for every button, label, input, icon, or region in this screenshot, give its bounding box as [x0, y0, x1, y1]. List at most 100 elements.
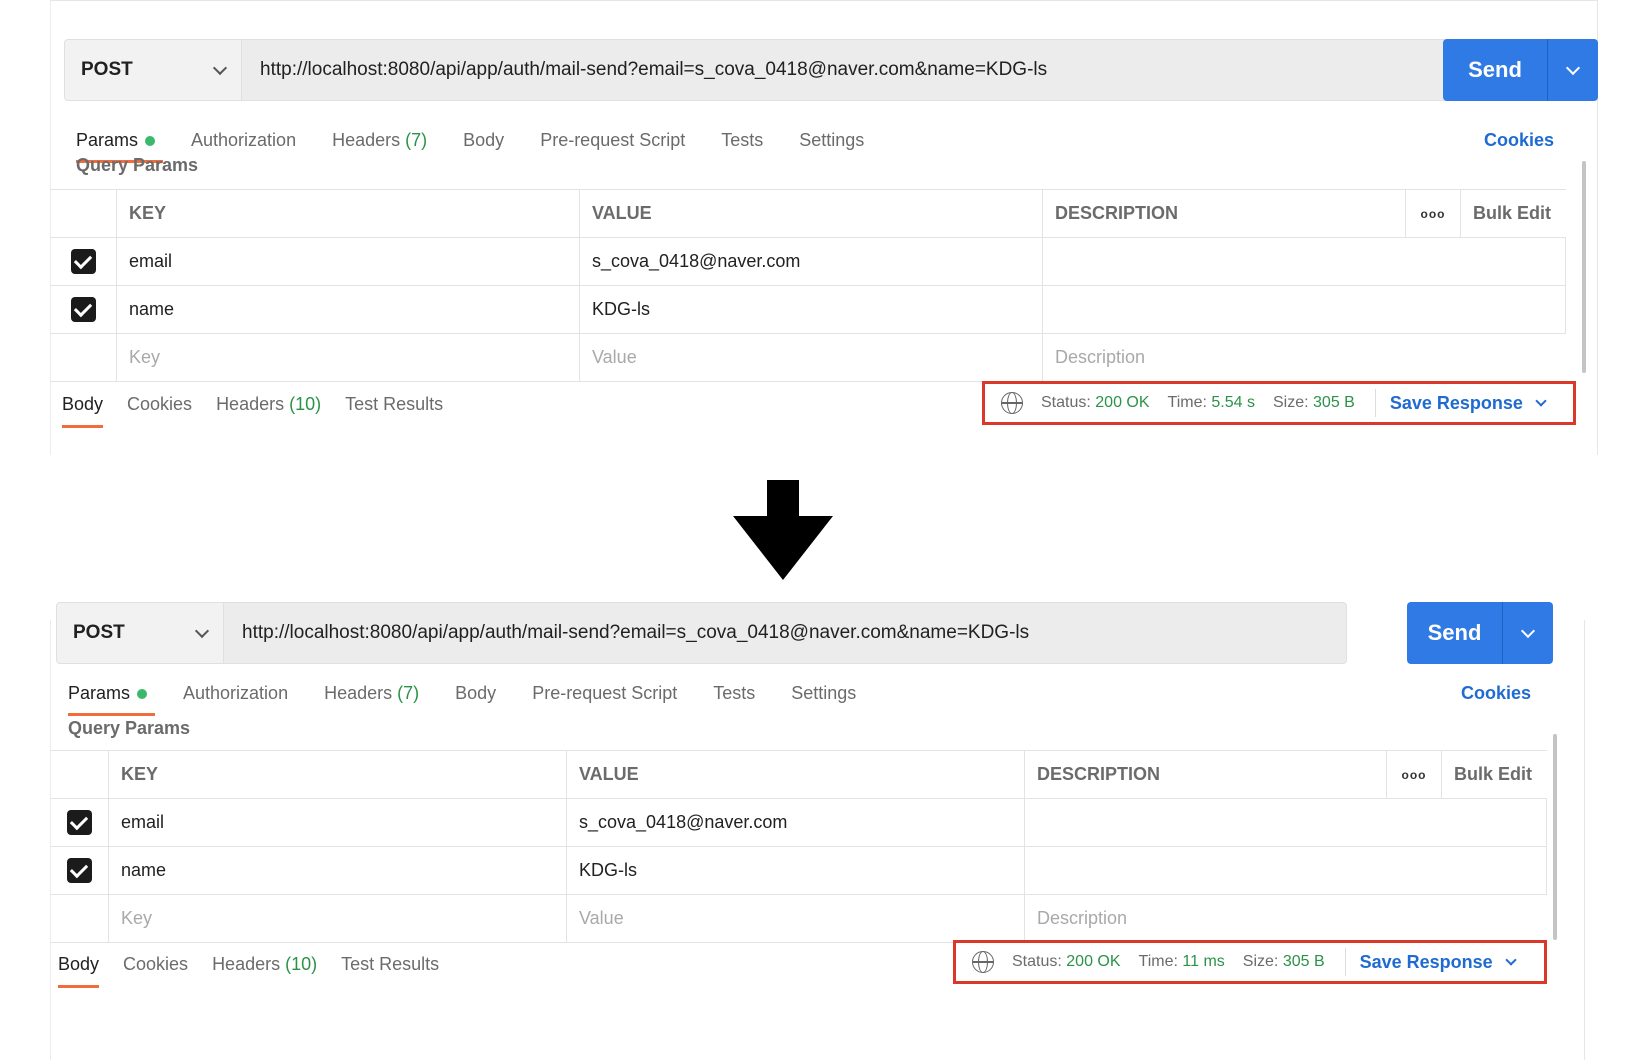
tab-settings[interactable]: Settings — [799, 130, 864, 151]
response-tab-cookies[interactable]: Cookies — [127, 394, 192, 415]
tab-params[interactable]: Params — [76, 129, 164, 163]
params-table: KEY VALUE DESCRIPTION ooo Bulk Edit emai… — [50, 750, 1547, 943]
param-value[interactable]: KDG-ls — [567, 847, 1025, 894]
param-value[interactable]: s_cova_0418@naver.com — [567, 799, 1025, 846]
params-table: KEY VALUE DESCRIPTION ooo Bulk Edit emai… — [50, 189, 1566, 382]
send-button[interactable]: Send — [1407, 602, 1503, 664]
param-key[interactable]: email — [117, 238, 580, 285]
time-label: Time: — [1138, 953, 1178, 970]
param-value[interactable]: s_cova_0418@naver.com — [580, 238, 1043, 285]
checkbox-checked[interactable] — [66, 810, 92, 835]
row-check-cell — [50, 238, 117, 285]
request-bar: POST http://localhost:8080/api/app/auth/… — [64, 39, 1520, 101]
row-check-cell — [50, 334, 117, 381]
globe-icon[interactable] — [972, 951, 994, 973]
chevron-down-icon — [1565, 60, 1581, 75]
bulk-edit-button[interactable]: Bulk Edit — [1442, 751, 1547, 798]
row-check-cell — [50, 799, 109, 846]
param-key[interactable]: name — [117, 286, 580, 333]
response-tab-headers[interactable]: Headers (10) — [216, 394, 321, 415]
scrollbar[interactable] — [1582, 161, 1586, 373]
tab-settings[interactable]: Settings — [791, 683, 856, 704]
tab-authorization[interactable]: Authorization — [183, 683, 288, 704]
status-info: Status: 200 OK — [1012, 953, 1121, 971]
query-params-title: Query Params — [76, 155, 199, 175]
response-tab-cookies[interactable]: Cookies — [123, 954, 188, 975]
response-tab-test-results[interactable]: Test Results — [341, 954, 439, 975]
time-info: Time: 11 ms — [1139, 953, 1225, 971]
header-description: DESCRIPTION — [1025, 751, 1387, 798]
globe-icon[interactable] — [1001, 392, 1023, 414]
request-bar: POST http://localhost:8080/api/app/auth/… — [56, 602, 1347, 664]
params-active-dot — [137, 688, 148, 699]
size-label: Size: — [1272, 394, 1309, 411]
tab-headers[interactable]: Headers (7) — [324, 683, 419, 704]
table-header-row: KEY VALUE DESCRIPTION ooo Bulk Edit — [50, 751, 1547, 799]
key-placeholder[interactable]: Key — [117, 334, 580, 381]
response-tab-body[interactable]: Body — [58, 954, 100, 988]
description-placeholder[interactable]: Description — [1043, 334, 1566, 381]
response-tab-headers[interactable]: Headers (10) — [212, 954, 317, 975]
query-params-title: Query Params — [68, 718, 191, 738]
bulk-edit-button[interactable]: Bulk Edit — [1461, 190, 1566, 237]
tab-headers[interactable]: Headers (7) — [332, 130, 427, 151]
method-select[interactable]: POST — [56, 602, 224, 664]
save-response-button[interactable]: Save Response — [1359, 951, 1517, 973]
tab-label: Params — [68, 682, 131, 703]
save-response-button[interactable]: Save Response — [1390, 393, 1547, 414]
response-tab-test-results[interactable]: Test Results — [345, 394, 443, 415]
param-description[interactable] — [1043, 238, 1566, 285]
tab-label: Params — [76, 129, 139, 150]
response-status-highlight: Status: 200 OK Time: 11 ms Size: 305 B S… — [953, 940, 1547, 984]
cookies-link[interactable]: Cookies — [1484, 130, 1554, 151]
chevron-down-icon — [212, 60, 228, 75]
request-panel-before: POST http://localhost:8080/api/app/auth/… — [50, 0, 1598, 455]
request-tabs: Params Authorization Headers (7) Body Pr… — [76, 123, 1578, 163]
send-options-button[interactable] — [1548, 39, 1598, 101]
status-value: 200 OK — [1095, 394, 1150, 411]
tab-authorization[interactable]: Authorization — [191, 130, 296, 151]
checkbox-checked[interactable] — [70, 249, 96, 274]
checkbox-checked[interactable] — [70, 297, 96, 322]
tab-tests[interactable]: Tests — [721, 130, 763, 151]
tab-body[interactable]: Body — [455, 683, 496, 704]
tab-pre-request-script[interactable]: Pre-request Script — [540, 130, 685, 151]
tab-tests[interactable]: Tests — [713, 683, 755, 704]
more-options-icon[interactable]: ooo — [1387, 751, 1442, 798]
headers-count: (7) — [397, 682, 420, 703]
param-key[interactable]: email — [109, 799, 567, 846]
time-label: Time: — [1167, 394, 1207, 411]
param-description[interactable] — [1025, 847, 1547, 894]
param-value[interactable]: KDG-ls — [580, 286, 1043, 333]
send-options-button[interactable] — [1503, 602, 1553, 664]
param-description[interactable] — [1025, 799, 1547, 846]
size-label: Size: — [1242, 953, 1279, 970]
value-placeholder[interactable]: Value — [567, 895, 1025, 942]
tab-label: Headers — [216, 394, 285, 414]
tab-params[interactable]: Params — [68, 682, 156, 716]
url-input[interactable]: http://localhost:8080/api/app/auth/mail-… — [224, 602, 1347, 664]
cookies-link[interactable]: Cookies — [1461, 683, 1531, 704]
tab-body[interactable]: Body — [463, 130, 504, 151]
response-tab-body[interactable]: Body — [62, 394, 104, 428]
more-dots: ooo — [1420, 206, 1446, 221]
row-check-cell — [50, 895, 109, 942]
key-placeholder[interactable]: Key — [109, 895, 567, 942]
params-active-dot — [145, 135, 156, 146]
more-options-icon[interactable]: ooo — [1406, 190, 1461, 237]
size-info: Size: 305 B — [1243, 953, 1325, 971]
scrollbar[interactable] — [1553, 734, 1557, 940]
tab-pre-request-script[interactable]: Pre-request Script — [532, 683, 677, 704]
param-description[interactable] — [1043, 286, 1566, 333]
description-placeholder[interactable]: Description — [1025, 895, 1547, 942]
send-button[interactable]: Send — [1443, 39, 1548, 101]
value-placeholder[interactable]: Value — [580, 334, 1043, 381]
method-select[interactable]: POST — [64, 39, 242, 101]
time-value: 5.54 s — [1211, 394, 1255, 411]
url-input[interactable]: http://localhost:8080/api/app/auth/mail-… — [242, 39, 1520, 101]
save-response-label: Save Response — [1359, 951, 1493, 972]
tab-label: Headers — [332, 129, 401, 150]
checkbox-checked[interactable] — [66, 858, 92, 883]
status-label: Status: — [1041, 394, 1091, 411]
param-key[interactable]: name — [109, 847, 567, 894]
